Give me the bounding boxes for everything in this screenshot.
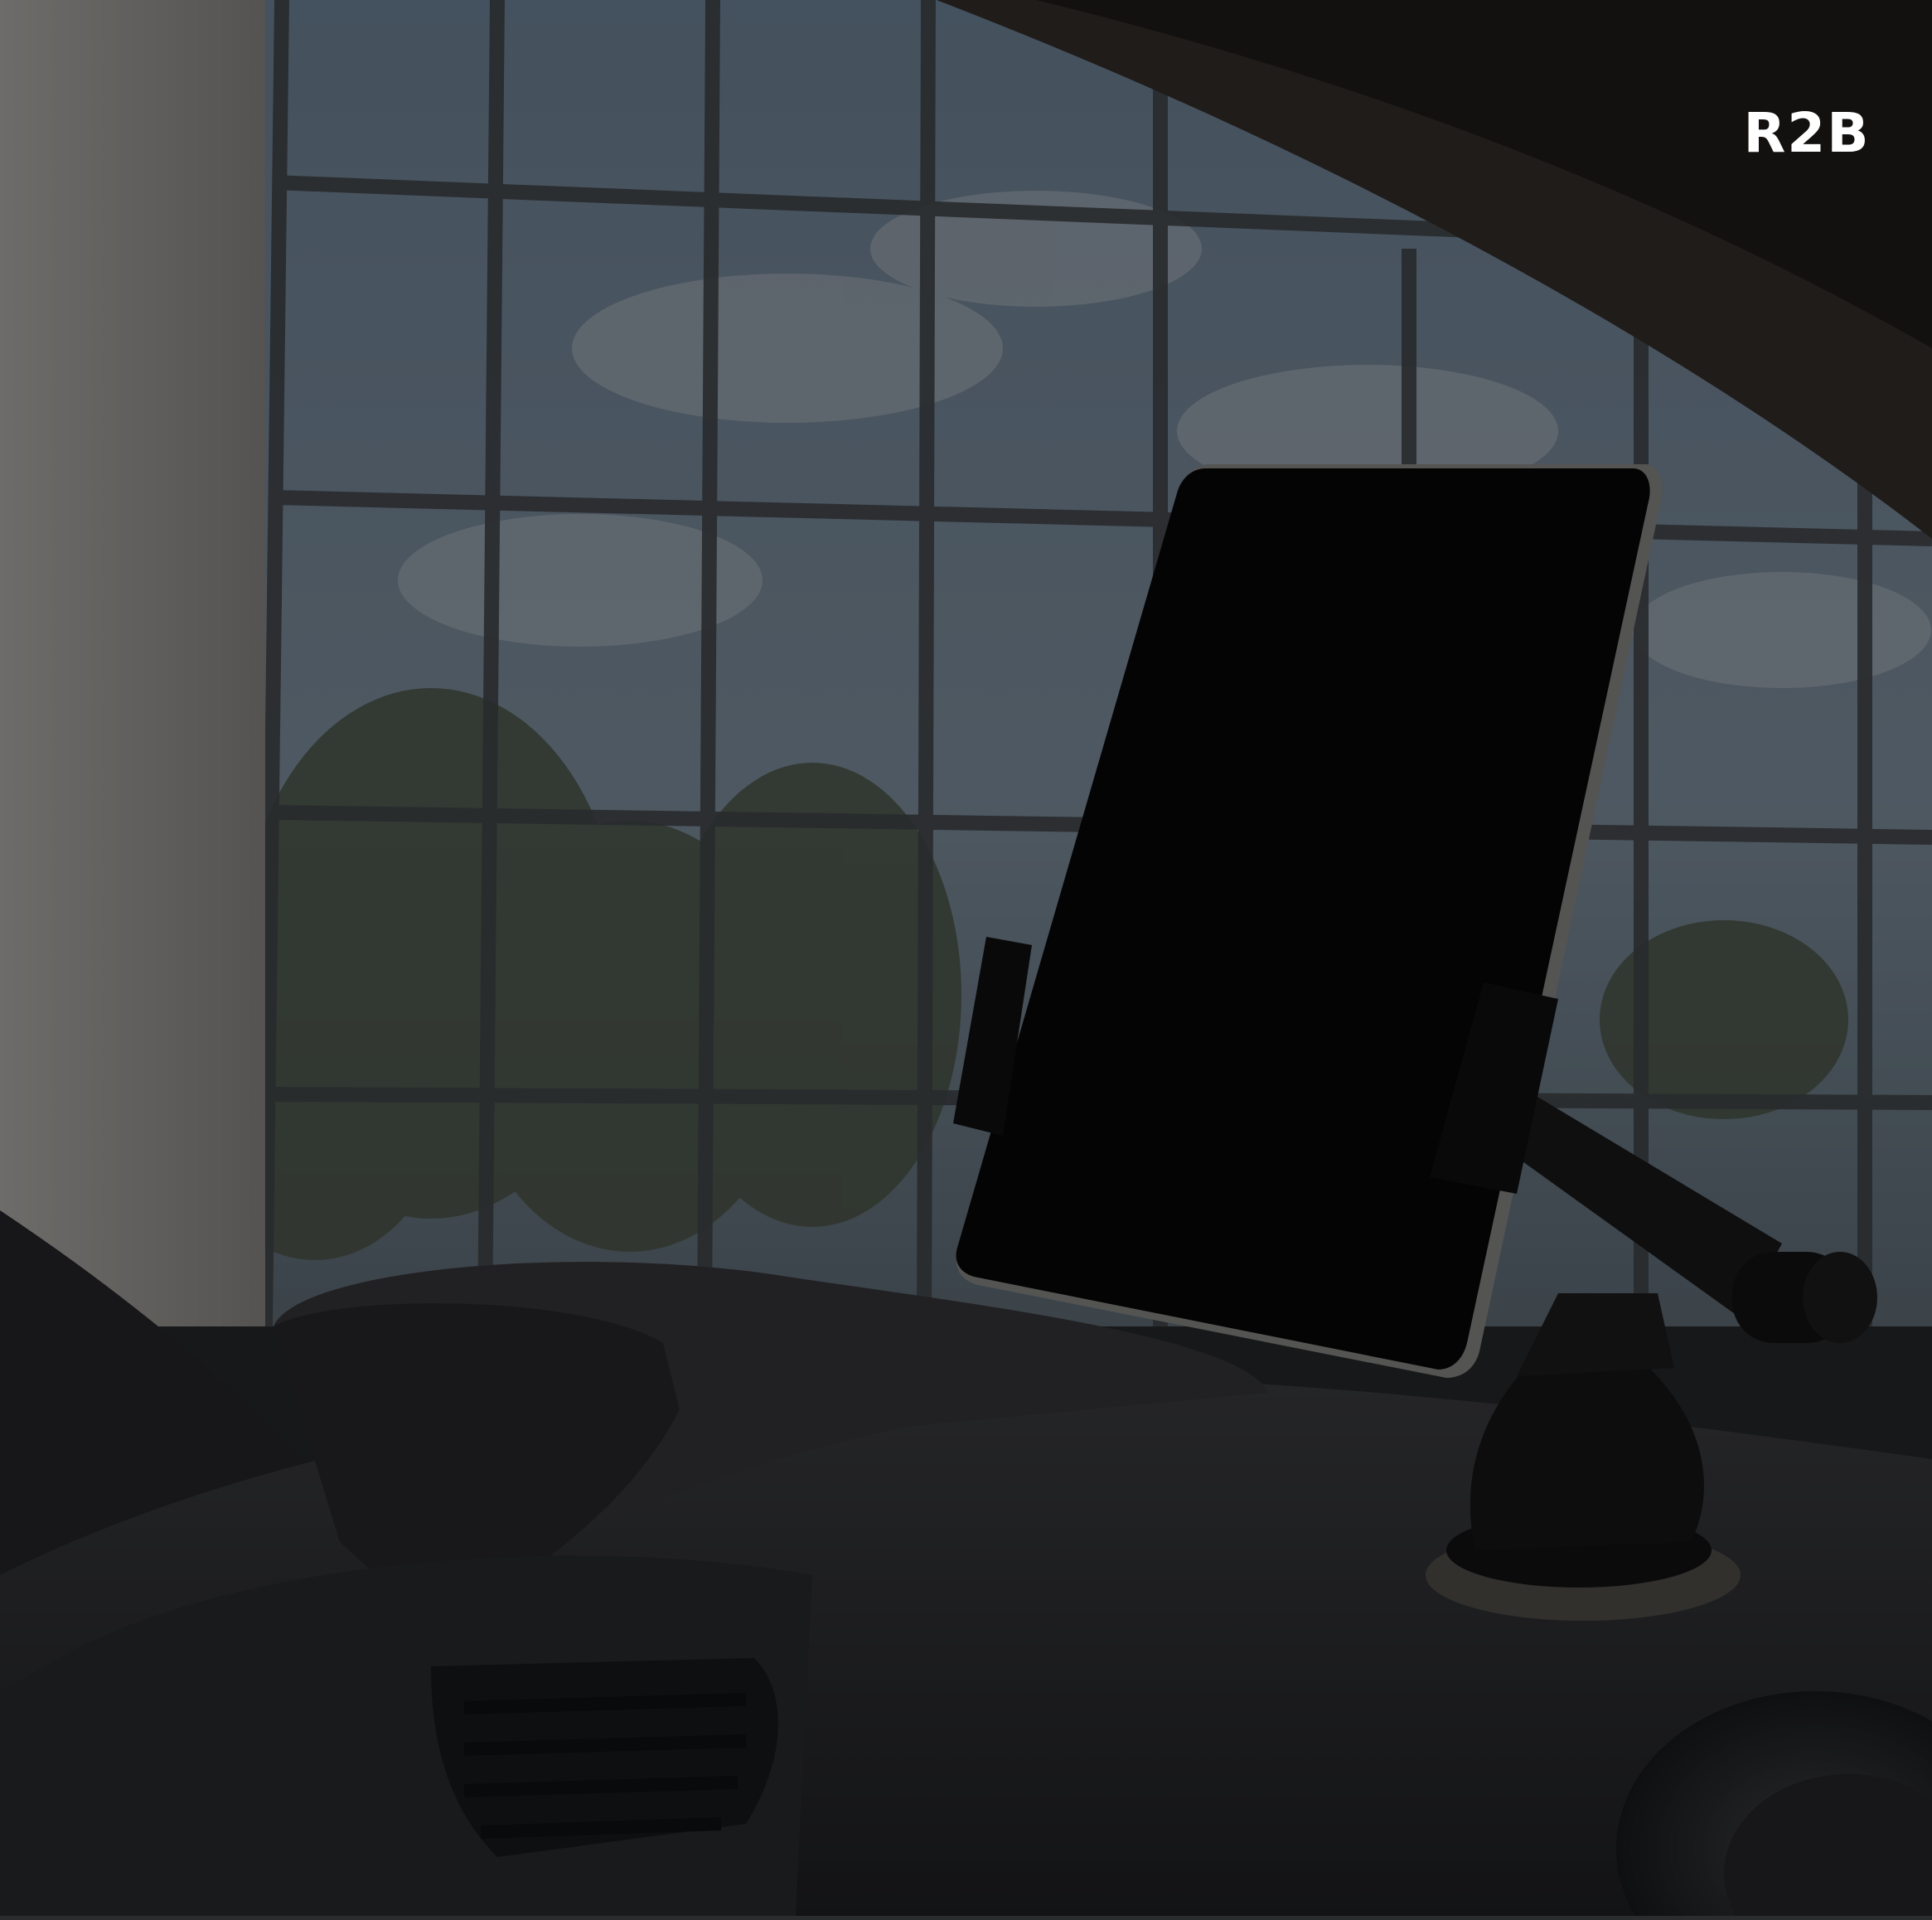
- brand-logo: R2B: [1724, 91, 1890, 174]
- scene-illustration: [0, 0, 1932, 1920]
- brand-logo-text: R2B: [1743, 100, 1871, 165]
- building-pillar: [0, 0, 265, 1326]
- photo-scene: [0, 0, 1932, 1920]
